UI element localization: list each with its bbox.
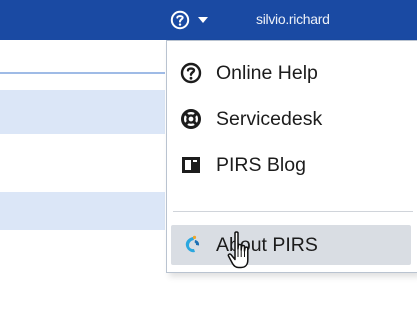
menu-item-about-pirs[interactable]: About PIRS [171, 225, 411, 265]
menu-separator [173, 211, 413, 212]
pirs-logo-icon [185, 235, 200, 253]
content-divider [0, 72, 165, 74]
lifebuoy-icon [181, 109, 201, 129]
content-row[interactable] [0, 192, 165, 230]
content-row[interactable] [0, 90, 165, 134]
caret-down-icon [198, 17, 208, 23]
question-circle-icon [180, 62, 202, 84]
help-menu-trigger[interactable] [170, 0, 230, 40]
menu-item-label: Servicedesk [216, 107, 323, 130]
menu-item-pirs-blog[interactable]: PIRS Blog [167, 143, 417, 187]
user-name-link[interactable]: silvio.richard [256, 11, 330, 27]
top-header-bar: silvio.richard [0, 0, 417, 40]
menu-item-online-help[interactable]: Online Help [167, 51, 417, 95]
menu-item-label: Online Help [216, 61, 318, 84]
menu-item-label: PIRS Blog [216, 153, 306, 176]
hand-pointer-cursor-icon [227, 231, 249, 269]
menu-item-servicedesk[interactable]: Servicedesk [167, 97, 417, 141]
blog-book-icon [182, 157, 200, 173]
question-circle-icon [170, 10, 190, 30]
help-dropdown-menu: Online Help Servicedesk PIRS Blog About … [166, 40, 417, 273]
